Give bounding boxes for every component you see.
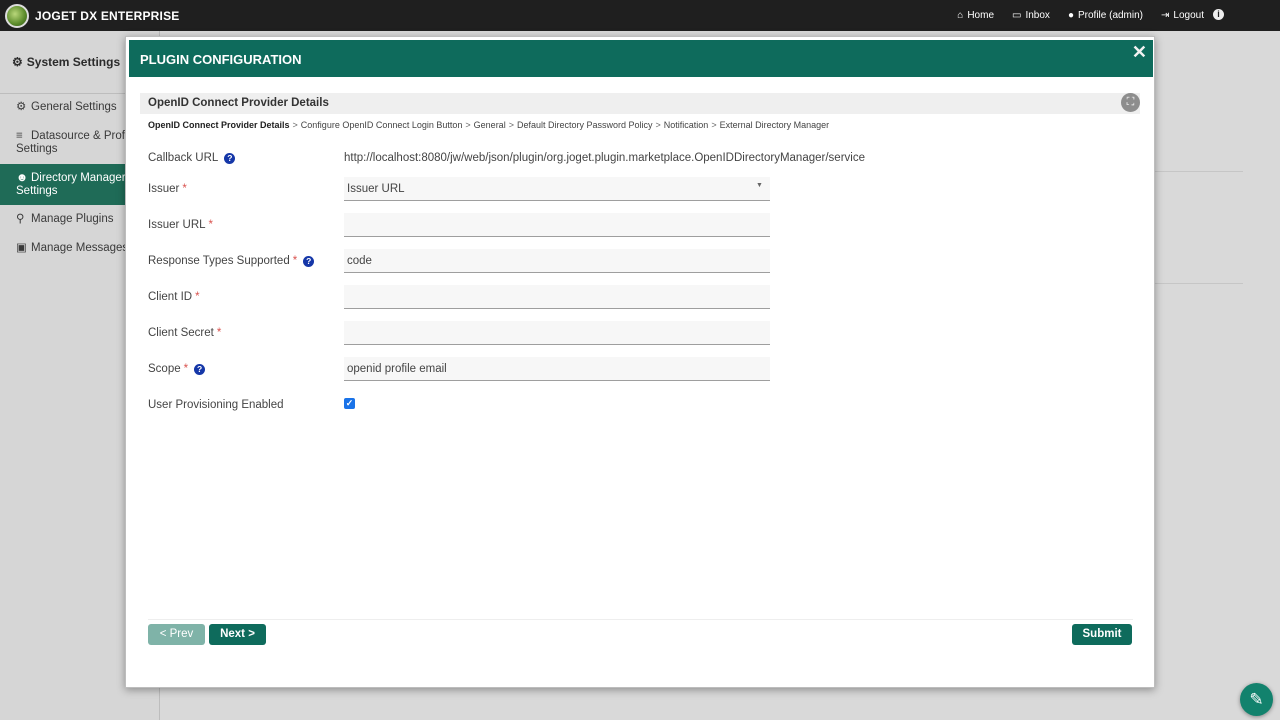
- question-icon[interactable]: ?: [303, 255, 315, 267]
- user-provisioning-label: User Provisioning Enabled: [148, 399, 284, 411]
- gear-icon: ⚙: [16, 101, 27, 113]
- scope-label: Scope *?: [148, 363, 206, 375]
- callback-url-value: http://localhost:8080/jw/web/json/plugin…: [344, 152, 865, 164]
- gears-icon: ⚙: [12, 55, 23, 69]
- section-title: OpenID Connect Provider Details: [148, 97, 329, 109]
- issuer-url-input[interactable]: [344, 213, 770, 237]
- question-icon[interactable]: ?: [194, 363, 206, 375]
- user-provisioning-label-text: User Provisioning Enabled: [148, 399, 284, 411]
- dialog-header: PLUGIN CONFIGURATION ✕: [129, 40, 1153, 77]
- home-label: Home: [967, 10, 995, 21]
- scope-label-text: Scope: [148, 363, 181, 375]
- next-button[interactable]: Next >: [209, 624, 266, 645]
- top-bar: JOGET DX ENTERPRISE ⌂ Home ▭ Inbox ● Profil…: [0, 0, 1280, 31]
- close-icon[interactable]: ✕: [1132, 42, 1147, 63]
- plugin-configuration-dialog: PLUGIN CONFIGURATION ✕ OpenID Connect Pr…: [125, 36, 1155, 688]
- breadcrumb-login-button[interactable]: Configure OpenID Connect Login Button: [301, 120, 463, 130]
- pencil-icon[interactable]: ✎: [1240, 683, 1273, 716]
- profile-label: Profile (admin): [1077, 10, 1144, 21]
- footer-divider: [148, 619, 1133, 620]
- breadcrumb-password-policy[interactable]: Default Directory Password Policy: [517, 120, 653, 130]
- logout-icon: ⇥: [1161, 10, 1170, 21]
- sidebar-item-label: General Settings: [31, 101, 117, 113]
- required-marker: *: [195, 291, 200, 303]
- client-id-label-text: Client ID: [148, 291, 193, 303]
- info-icon[interactable]: i: [1213, 9, 1224, 20]
- callback-url-label-text: Callback URL: [148, 152, 219, 164]
- sidebar-item-label: Manage Plugins: [31, 213, 114, 225]
- response-types-input[interactable]: [344, 249, 770, 273]
- scope-input[interactable]: [344, 357, 770, 381]
- inbox-icon: ▭: [1012, 10, 1022, 21]
- sidebar-title-text: System Settings: [26, 55, 121, 69]
- client-secret-label: Client Secret *: [148, 327, 221, 339]
- sidebar-title: ⚙ System Settings: [12, 55, 120, 69]
- client-id-label: Client ID *: [148, 291, 200, 303]
- breadcrumb-separator: >: [655, 120, 661, 130]
- required-marker: *: [292, 255, 298, 267]
- top-nav: ⌂ Home ▭ Inbox ● Profile (admin) ⇥ Logout: [957, 0, 1204, 31]
- issuer-select[interactable]: [344, 177, 770, 201]
- sidebar-item-label: Directory Manager Settings: [16, 172, 126, 197]
- chevron-down-icon: ▼: [756, 182, 763, 189]
- section-header: OpenID Connect Provider Details ⛶: [140, 93, 1140, 114]
- required-marker: *: [182, 183, 187, 195]
- profile-link[interactable]: ● Profile (admin): [1068, 10, 1143, 21]
- database-icon: ≡: [16, 130, 23, 142]
- response-types-label: Response Types Supported *?: [148, 255, 315, 267]
- sidebar-item-label: Datasource & Profile Settings: [16, 130, 137, 155]
- breadcrumb-general[interactable]: General: [474, 120, 506, 130]
- language-icon: ▣: [16, 242, 27, 254]
- background-divider: [1153, 283, 1243, 284]
- issuer-url-label-text: Issuer URL: [148, 219, 206, 231]
- client-id-input[interactable]: [344, 285, 770, 309]
- required-marker: *: [208, 219, 214, 231]
- plug-icon: ⚲: [16, 213, 25, 225]
- client-secret-input[interactable]: [344, 321, 770, 345]
- question-icon[interactable]: ?: [224, 152, 236, 164]
- callback-url-label: Callback URL?: [148, 152, 236, 164]
- dialog-title: PLUGIN CONFIGURATION: [140, 52, 302, 67]
- submit-button[interactable]: Submit: [1072, 624, 1132, 645]
- prev-button[interactable]: < Prev: [148, 624, 205, 645]
- breadcrumb-current[interactable]: OpenID Connect Provider Details: [148, 120, 290, 130]
- breadcrumb-external-directory[interactable]: External Directory Manager: [720, 120, 830, 130]
- inbox-label: Inbox: [1025, 10, 1050, 21]
- breadcrumb-separator: >: [711, 120, 717, 130]
- home-icon: ⌂: [957, 10, 964, 21]
- issuer-label: Issuer *: [148, 183, 187, 195]
- breadcrumb-separator: >: [292, 120, 298, 130]
- user-provisioning-checkbox[interactable]: ✓: [344, 398, 355, 409]
- issuer-label-text: Issuer: [148, 183, 180, 195]
- breadcrumb-separator: >: [465, 120, 471, 130]
- required-marker: *: [183, 363, 189, 375]
- home-link[interactable]: ⌂ Home: [957, 10, 994, 21]
- fullscreen-icon[interactable]: ⛶: [1121, 93, 1140, 112]
- joget-logo-icon[interactable]: [5, 3, 29, 28]
- brand-name[interactable]: JOGET DX ENTERPRISE: [35, 9, 180, 23]
- background-divider: [1153, 171, 1243, 172]
- breadcrumb-separator: >: [508, 120, 514, 130]
- breadcrumb: OpenID Connect Provider Details > Configur…: [148, 120, 829, 130]
- client-secret-label-text: Client Secret: [148, 327, 214, 339]
- inbox-link[interactable]: ▭ Inbox: [1012, 10, 1050, 21]
- logout-link[interactable]: ⇥ Logout: [1161, 10, 1204, 21]
- required-marker: *: [216, 327, 222, 339]
- response-types-label-text: Response Types Supported: [148, 255, 290, 267]
- users-icon: ☻: [16, 172, 29, 184]
- sidebar-item-label: Manage Messages: [31, 242, 129, 254]
- user-icon: ●: [1067, 10, 1074, 21]
- breadcrumb-notification[interactable]: Notification: [664, 120, 709, 130]
- issuer-url-label: Issuer URL *: [148, 219, 213, 231]
- logout-label: Logout: [1173, 10, 1204, 21]
